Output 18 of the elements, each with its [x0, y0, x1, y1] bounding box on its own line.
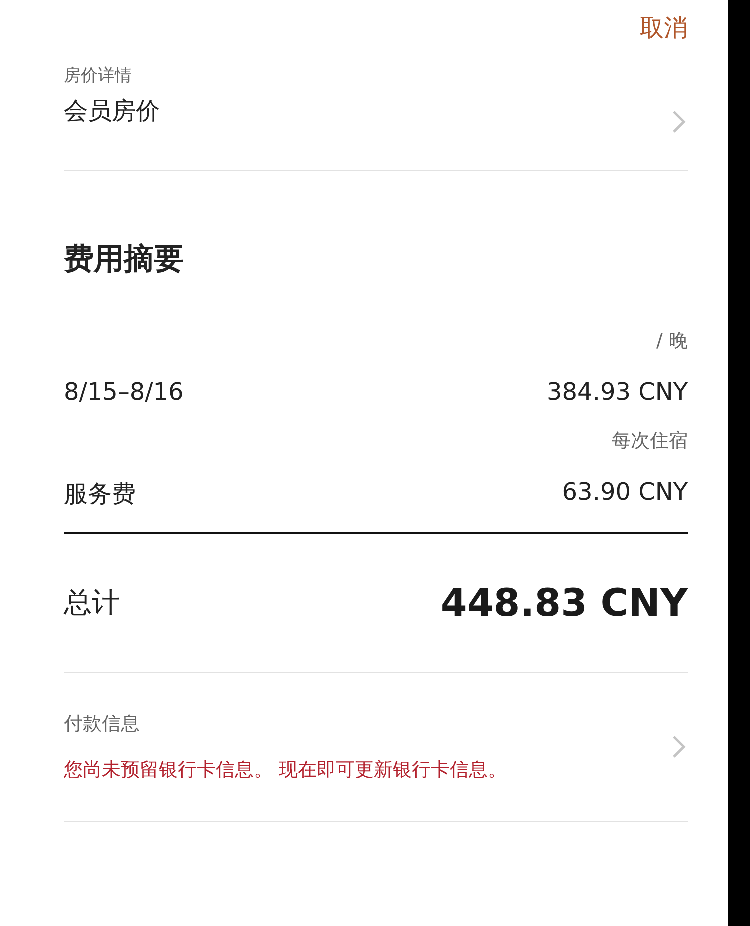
- summary-title: 费用摘要: [64, 241, 185, 279]
- total-label: 总计: [64, 585, 120, 621]
- fee-label: 服务费: [64, 479, 136, 510]
- rate-value: 会员房价: [64, 96, 160, 127]
- chevron-icon: [672, 110, 686, 134]
- chevron-icon: [672, 735, 686, 759]
- price-unit: 每次住宿: [612, 429, 688, 454]
- price-unit: / 晚: [656, 329, 688, 354]
- cancel-button[interactable]: 取消: [640, 12, 688, 44]
- fee-amount: 384.93 CNY: [547, 378, 688, 406]
- rate-label: 房价详情: [64, 65, 133, 87]
- fee-label: 8/15–8/16: [64, 378, 184, 406]
- payment-label: 付款信息: [64, 712, 141, 737]
- rate-row[interactable]: 房价详情 会员房价: [64, 62, 688, 170]
- payment-warning: 您尚未预留银行卡信息。 现在即可更新银行卡信息。: [64, 758, 508, 783]
- total-amount: 448.83 CNY: [440, 581, 688, 625]
- fee-amount: 63.90 CNY: [562, 478, 688, 508]
- payment-row[interactable]: 付款信息 您尚未预留银行卡信息。 现在即可更新银行卡信息。: [64, 673, 688, 821]
